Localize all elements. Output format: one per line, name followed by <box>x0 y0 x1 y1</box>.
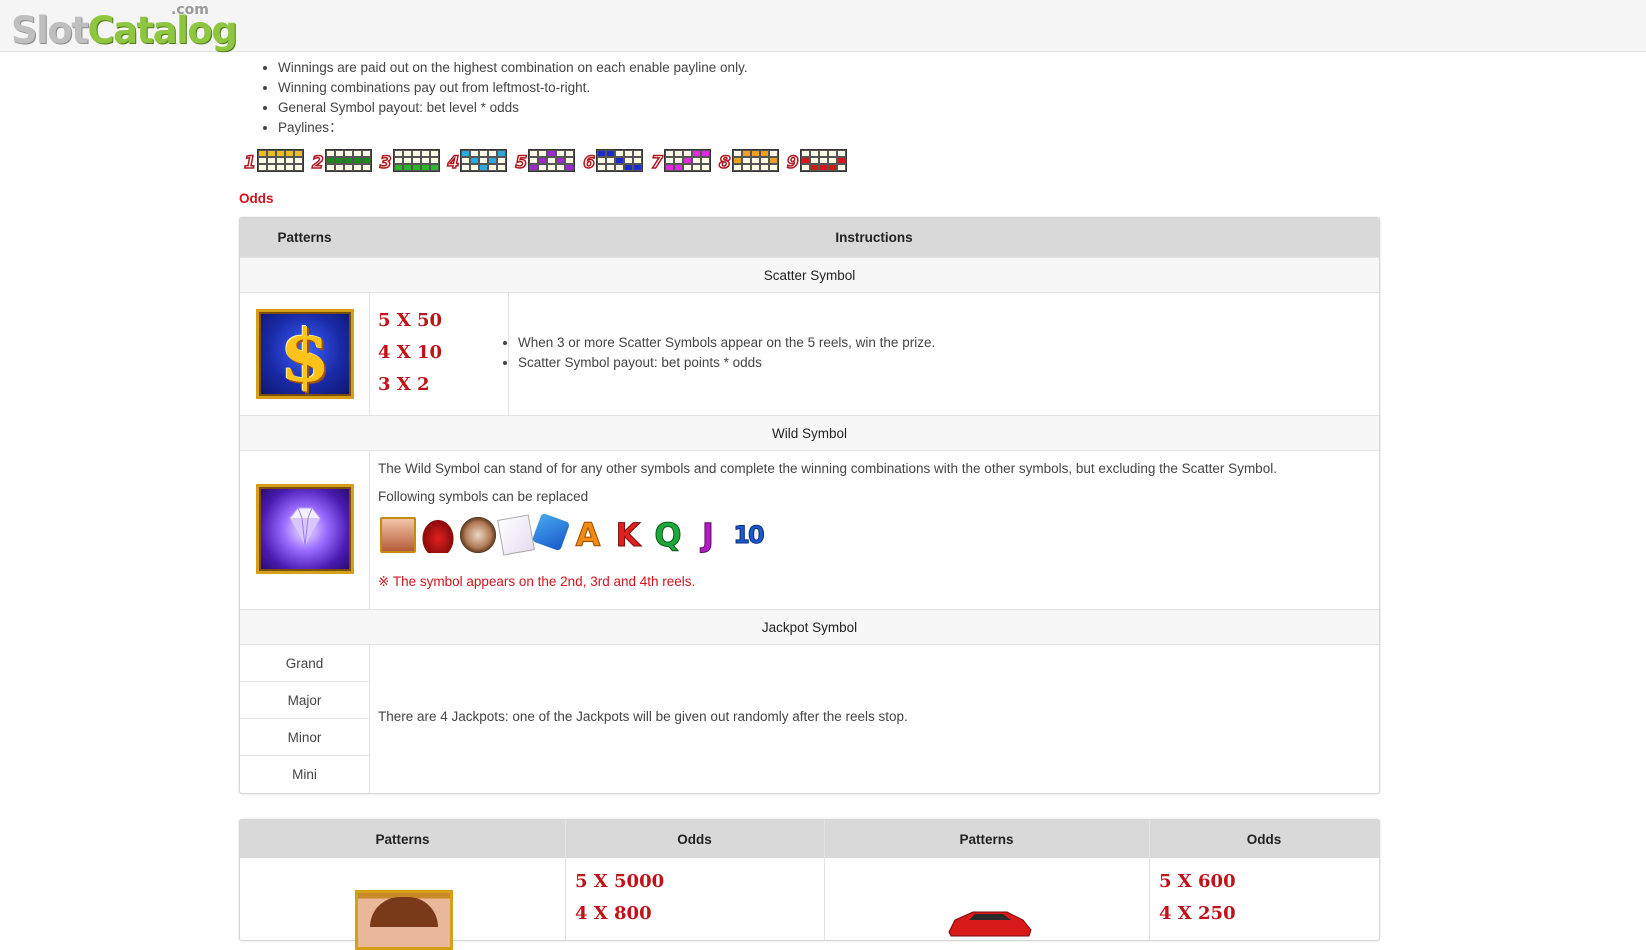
woman-icon <box>380 517 416 553</box>
scatter-odds: 5 X 50 4 X 10 3 X 2 <box>378 305 442 401</box>
payline-number: 4 <box>447 153 460 173</box>
payline-number: 2 <box>311 153 324 173</box>
payline-grid <box>528 149 576 172</box>
dollar-coin-icon: $ <box>256 309 354 399</box>
payline-7: 7 <box>650 149 711 173</box>
odds-value: 3 X 2 <box>378 374 430 395</box>
red-car-icon <box>948 911 1032 937</box>
jackpot-section-title: Jackpot Symbol <box>240 609 1379 645</box>
payline-number: 9 <box>786 153 799 173</box>
right-odds: 5 X 600 4 X 250 <box>1159 866 1236 930</box>
rule-item: General Symbol payout: bet level * odds <box>278 98 748 118</box>
odds-value: 5 X 50 <box>378 310 443 331</box>
paylines-row: 1 2 3 4 5 6 7 8 9 <box>243 149 847 173</box>
jackpot-minor: Minor <box>240 719 369 756</box>
payline-3: 3 <box>379 149 440 173</box>
odds-value: 4 X 10 <box>378 342 443 363</box>
wild-description: The Wild Symbol can stand of for any oth… <box>378 461 1277 476</box>
payline-2: 2 <box>311 149 372 173</box>
table-header: Patterns Instructions <box>240 218 1379 257</box>
symbol-odds-table: Patterns Odds Patterns Odds 5 X 5000 4 X… <box>239 819 1380 950</box>
page-content: Winnings are paid out on the highest com… <box>0 0 1646 950</box>
instruction-item: Scatter Symbol payout: bet points * odds <box>518 353 935 373</box>
letter-q-icon: Q <box>654 516 682 554</box>
payline-number: 7 <box>650 153 663 173</box>
diamond-icon <box>256 484 354 574</box>
payline-6: 6 <box>582 149 644 173</box>
payline-grid <box>392 149 440 172</box>
odds-value: 5 X 5000 <box>575 871 665 892</box>
payline-grid <box>731 149 779 172</box>
payline-9: 9 <box>786 149 847 173</box>
rule-item: Winning combinations pay out from leftmo… <box>278 78 748 98</box>
jackpot-row: Grand Major Minor Mini There are 4 Jackp… <box>240 645 1379 793</box>
payline-1: 1 <box>243 149 304 173</box>
odds-table: Patterns Instructions Scatter Symbol $ 5… <box>239 217 1380 794</box>
scatter-instructions: When 3 or more Scatter Symbols appear on… <box>504 333 935 373</box>
payline-grid <box>460 149 508 172</box>
instruction-item: When 3 or more Scatter Symbols appear on… <box>518 333 935 353</box>
odds-value: 5 X 600 <box>1159 871 1236 892</box>
dice-icon <box>531 512 571 552</box>
payline-grid <box>799 149 847 172</box>
number-10-icon: 10 <box>733 521 765 550</box>
wild-section-title: Wild Symbol <box>240 415 1379 451</box>
payline-grid <box>596 149 644 172</box>
letter-j-icon: J <box>702 516 715 554</box>
odds-value: 4 X 800 <box>575 903 652 924</box>
letter-k-icon: K <box>615 516 641 554</box>
left-odds: 5 X 5000 4 X 800 <box>575 866 664 930</box>
jackpot-mini: Mini <box>292 767 317 782</box>
payline-number: 8 <box>718 153 731 173</box>
payline-number: 3 <box>379 153 392 173</box>
header-patterns-left: Patterns <box>375 832 430 847</box>
rules-list: Winnings are paid out on the highest com… <box>260 58 748 138</box>
odds-value: 4 X 250 <box>1159 903 1236 924</box>
payline-8: 8 <box>718 149 779 173</box>
replaceable-symbols: A K Q J 10 <box>380 512 766 556</box>
rule-item: Paylines： <box>278 118 748 138</box>
jackpot-description: There are 4 Jackpots: one of the Jackpot… <box>378 709 908 724</box>
payline-grid <box>256 149 304 172</box>
scatter-section-title: Scatter Symbol <box>240 257 1379 293</box>
woman-symbol-icon <box>355 890 453 950</box>
payline-number: 6 <box>582 153 596 173</box>
payline-number: 5 <box>515 153 528 173</box>
header-odds-right: Odds <box>1246 832 1282 847</box>
cards-icon <box>497 514 535 556</box>
wild-reels-note: ※ The symbol appears on the 2nd, 3rd and… <box>378 574 696 589</box>
odds-heading: Odds <box>239 191 274 206</box>
rule-item: Winnings are paid out on the highest com… <box>278 58 748 78</box>
red-car-icon <box>420 517 456 553</box>
wild-replace-label: Following symbols can be replaced <box>378 489 589 504</box>
jackpot-grand: Grand <box>240 645 369 682</box>
letter-a-icon: A <box>575 516 601 554</box>
payline-4: 4 <box>447 149 508 173</box>
header-instructions: Instructions <box>835 230 913 245</box>
payline-number: 1 <box>243 153 256 173</box>
wild-row: The Wild Symbol can stand of for any oth… <box>240 451 1379 609</box>
payline-5: 5 <box>515 149 576 173</box>
header-patterns: Patterns <box>277 230 332 245</box>
jackpot-major: Major <box>240 682 369 719</box>
payline-grid <box>324 149 372 172</box>
watch-icon <box>460 517 496 553</box>
header-odds-left: Odds <box>677 832 712 847</box>
scatter-row: $ 5 X 50 4 X 10 3 X 2 When 3 or more Sca… <box>240 293 1379 415</box>
payline-grid <box>663 149 711 172</box>
header-patterns-right: Patterns <box>959 832 1014 847</box>
